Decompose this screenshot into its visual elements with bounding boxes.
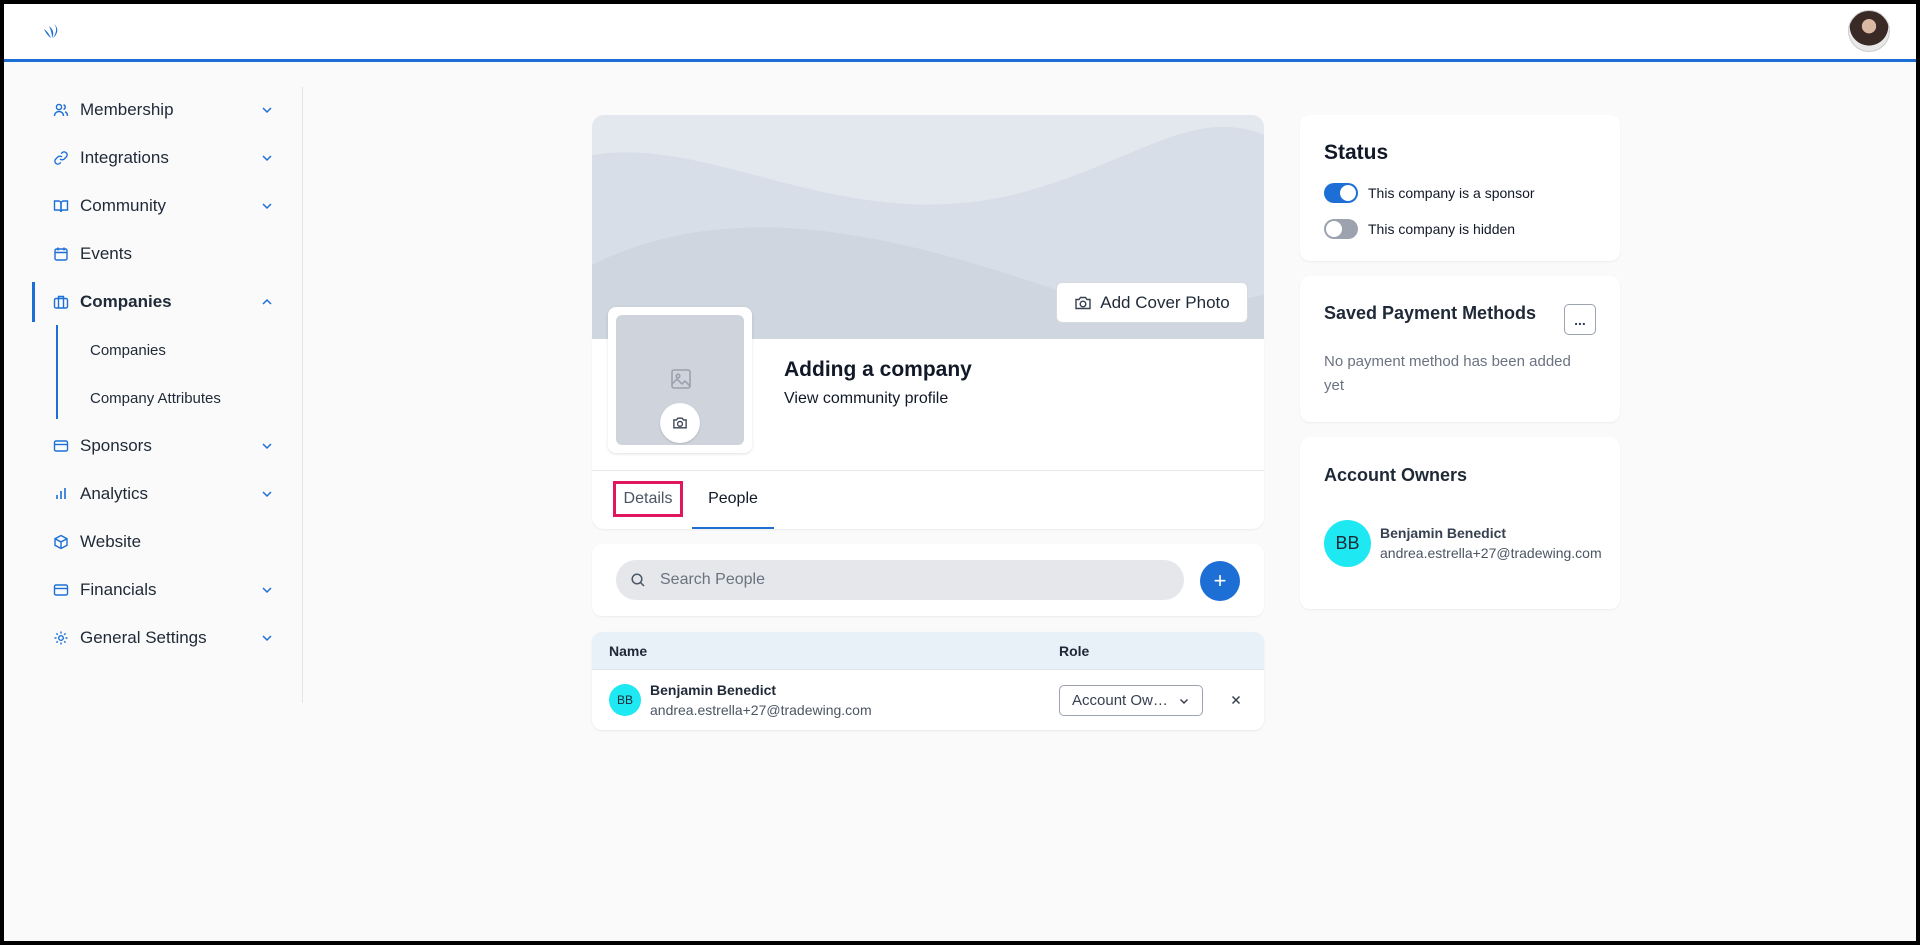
sidebar-item-label: Website (80, 532, 142, 551)
toggle-knob (1340, 185, 1356, 201)
sidebar-item-label: Community (80, 196, 166, 215)
payment-more-button[interactable]: ... (1564, 304, 1596, 335)
sidebar-divider (302, 87, 303, 703)
owner-name: Benjamin Benedict (1380, 525, 1507, 541)
app-logo-icon[interactable] (40, 20, 62, 42)
book-icon (52, 197, 70, 215)
chevron-down-icon (262, 155, 272, 162)
person-name: Benjamin Benedict (650, 682, 777, 698)
avatar: BB (609, 684, 641, 716)
sidebar-item-label: Analytics (80, 484, 149, 503)
sidebar-item-membership[interactable]: Membership (32, 90, 282, 130)
search-icon (631, 573, 645, 587)
status-card: Status This company is a sponsor This co… (1300, 115, 1620, 261)
sidebar-subitem-companies[interactable]: Companies (90, 342, 166, 359)
sidebar-item-label: General Settings (80, 628, 207, 647)
chevron-up-icon (262, 298, 272, 305)
tabs-divider (592, 470, 1264, 471)
sidebar-item-label: Events (80, 244, 132, 263)
tab-people[interactable]: People (692, 482, 774, 529)
sidebar-item-label: Membership (80, 100, 174, 119)
tab-details[interactable]: Details (613, 481, 683, 517)
company-title: Adding a company (784, 358, 972, 381)
avatar: BB (1324, 520, 1371, 567)
sponsor-toggle-label: This company is a sponsor (1368, 185, 1535, 201)
add-cover-photo-button[interactable]: Add Cover Photo (1056, 282, 1248, 323)
top-bar (4, 4, 1916, 62)
sidebar-item-financials[interactable]: Financials (32, 570, 282, 610)
sidebar: Membership Integrations Community Events (4, 65, 304, 705)
camera-icon (673, 417, 687, 429)
sidebar-item-events[interactable]: Events (32, 234, 282, 274)
sidebar-item-integrations[interactable]: Integrations (32, 138, 282, 178)
owner-email: andrea.estrella+27@tradewing.com (1380, 545, 1602, 561)
sidebar-item-label: Sponsors (80, 436, 152, 455)
chevron-down-icon (262, 587, 272, 594)
sidebar-item-sponsors[interactable]: Sponsors (32, 426, 282, 466)
sidebar-item-website[interactable]: Website (32, 522, 282, 562)
image-placeholder-icon (671, 369, 691, 389)
card-icon (52, 437, 70, 455)
chevron-down-icon (262, 443, 272, 450)
card-icon (52, 581, 70, 599)
sidebar-item-general-settings[interactable]: General Settings (32, 618, 282, 658)
payment-methods-title: Saved Payment Methods (1324, 303, 1537, 323)
bar-chart-icon (52, 485, 70, 503)
app-frame: Membership Integrations Community Events (4, 4, 1916, 941)
column-header-name: Name (609, 643, 648, 659)
payment-methods-card: Saved Payment Methods ... No payment met… (1300, 276, 1620, 422)
view-community-profile-link[interactable]: View community profile (784, 390, 948, 408)
briefcase-icon (52, 293, 70, 311)
status-title: Status (1324, 141, 1389, 164)
role-select-value: Account Owner (1072, 692, 1168, 709)
sidebar-item-label: Integrations (80, 148, 169, 167)
add-cover-photo-label: Add Cover Photo (1100, 292, 1230, 312)
sidebar-item-label: Companies (80, 292, 172, 311)
sidebar-item-community[interactable]: Community (32, 186, 282, 226)
chevron-down-icon (262, 491, 272, 498)
column-header-role: Role (1059, 643, 1090, 659)
hidden-toggle[interactable] (1324, 219, 1358, 239)
users-icon (52, 101, 70, 119)
sidebar-item-label: Financials (80, 580, 157, 599)
search-people-input[interactable] (660, 571, 1160, 589)
account-owners-card: Account Owners BB Benjamin Benedict andr… (1300, 437, 1620, 609)
remove-person-icon[interactable] (1228, 692, 1244, 708)
upload-logo-button[interactable] (660, 403, 700, 443)
sidebar-subitem-company-attributes[interactable]: Company Attributes (90, 390, 221, 407)
hidden-toggle-label: This company is hidden (1368, 221, 1516, 237)
calendar-icon (52, 245, 70, 263)
sidebar-item-companies[interactable]: Companies (32, 282, 282, 322)
chevron-down-icon (262, 203, 272, 210)
user-avatar[interactable] (1848, 10, 1890, 52)
chevron-down-icon (1179, 698, 1189, 704)
account-owners-title: Account Owners (1324, 465, 1468, 485)
toggle-knob (1326, 221, 1342, 237)
table-header: Name Role (592, 632, 1264, 670)
search-box[interactable] (616, 560, 1184, 600)
chevron-down-icon (262, 107, 272, 114)
cube-icon (52, 533, 70, 551)
chevron-down-icon (262, 635, 272, 642)
sidebar-item-analytics[interactable]: Analytics (32, 474, 282, 514)
submenu-indicator (56, 325, 58, 419)
role-select[interactable]: Account Owner (1059, 685, 1203, 716)
payment-empty-message: No payment method has been added yet (1324, 353, 1571, 394)
add-person-button[interactable]: + (1200, 561, 1240, 601)
person-email: andrea.estrella+27@tradewing.com (650, 702, 872, 718)
link-icon (52, 149, 70, 167)
people-table: Name Role BB Benjamin Benedict andrea.es… (592, 632, 1264, 730)
gear-icon (52, 629, 70, 647)
sponsor-toggle[interactable] (1324, 183, 1358, 203)
camera-icon (1075, 296, 1091, 309)
